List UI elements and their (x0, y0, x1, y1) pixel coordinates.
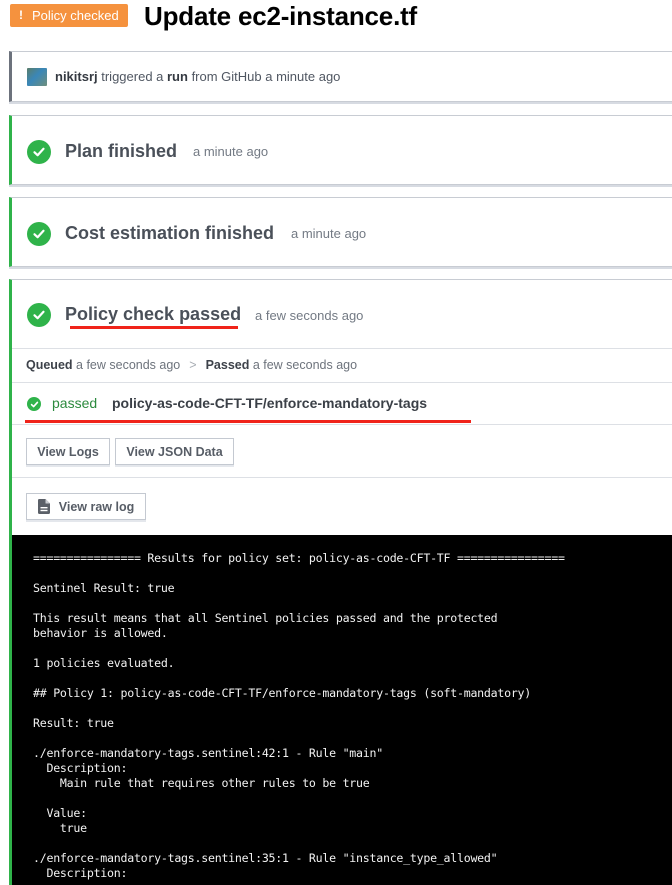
queued-label: Queued (26, 358, 73, 372)
log-line: Sentinel Result: true (33, 581, 175, 595)
passed-time: a few seconds ago (249, 358, 358, 372)
log-line: Description: (33, 866, 128, 880)
trigger-text-part: triggered a (97, 69, 167, 84)
log-line: Description: (33, 761, 128, 775)
step-time: a few seconds ago (255, 308, 364, 323)
check-circle-icon (27, 303, 51, 327)
trigger-user-link[interactable]: nikitsrj (55, 69, 98, 84)
trigger-text-part: from GitHub a minute ago (187, 69, 341, 84)
log-line: This result means that all Sentinel poli… (33, 611, 498, 625)
policy-actions: View Logs View JSON Data (12, 424, 672, 477)
step-title[interactable]: Policy check passed (65, 301, 241, 327)
policy-status: passed (52, 395, 98, 411)
passed-label: Passed (205, 358, 250, 372)
annotation-underline (25, 420, 471, 423)
chevron-right-icon: > (189, 358, 197, 372)
policy-check-step: Policy check passed a few seconds ago Qu… (9, 279, 672, 885)
log-line: 1 policies evaluated. (33, 656, 175, 670)
log-line: Main rule that requires other rules to b… (33, 776, 370, 790)
queued-time: a few seconds ago (72, 358, 181, 372)
trigger-card: nikitsrj triggered a run from GitHub a m… (9, 51, 672, 102)
view-raw-log-label: View raw log (58, 499, 135, 514)
check-circle-icon (27, 140, 51, 164)
view-logs-button[interactable]: View Logs (26, 438, 110, 465)
policy-checked-badge: ! Policy checked (10, 4, 128, 27)
log-line: ./enforce-mandatory-tags.sentinel:42:1 -… (33, 746, 383, 760)
step-time: a minute ago (291, 226, 367, 241)
badge-label: Policy checked (32, 8, 119, 23)
view-raw-log-button[interactable]: View raw log (26, 493, 146, 520)
step-title: Cost estimation finished (65, 223, 275, 243)
exclamation-icon: ! (19, 8, 23, 22)
log-line: true (33, 821, 87, 835)
view-json-data-button[interactable]: View JSON Data (115, 438, 234, 465)
raw-log-row: View raw log (12, 477, 672, 535)
trigger-text: nikitsrj triggered a run from GitHub a m… (55, 68, 340, 86)
check-circle-icon (27, 397, 41, 411)
log-line: ## Policy 1: policy-as-code-CFT-TF/enfor… (33, 686, 532, 700)
page-title: Update ec2-instance.tf (144, 1, 418, 31)
step-title: Plan finished (65, 141, 178, 161)
log-line: Value: (33, 806, 87, 820)
policy-name: policy-as-code-CFT-TF/enforce-mandatory-… (112, 395, 428, 411)
log-line: Result: true (33, 716, 114, 730)
policy-result-row: passed policy-as-code-CFT-TF/enforce-man… (12, 382, 672, 424)
document-icon (37, 499, 50, 514)
cost-estimation-step[interactable]: Cost estimation finished a minute ago (9, 197, 672, 267)
sentinel-log-output[interactable]: ================ Results for policy set:… (12, 535, 672, 885)
user-avatar[interactable] (27, 68, 47, 86)
log-line: ./enforce-mandatory-tags.sentinel:35:1 -… (33, 851, 498, 865)
policy-timeline: Queued a few seconds ago > Passed a few se… (12, 348, 672, 382)
plan-finished-step[interactable]: Plan finished a minute ago (9, 115, 672, 185)
trigger-run-link[interactable]: run (167, 69, 188, 84)
check-circle-icon (27, 222, 51, 246)
run-header: ! Policy checked Update ec2-instance.tf (0, 0, 672, 40)
log-line: ================ Results for policy set:… (33, 551, 565, 565)
log-line: behavior is allowed. (33, 626, 168, 640)
annotation-underline (70, 326, 238, 329)
step-time: a minute ago (193, 144, 269, 159)
